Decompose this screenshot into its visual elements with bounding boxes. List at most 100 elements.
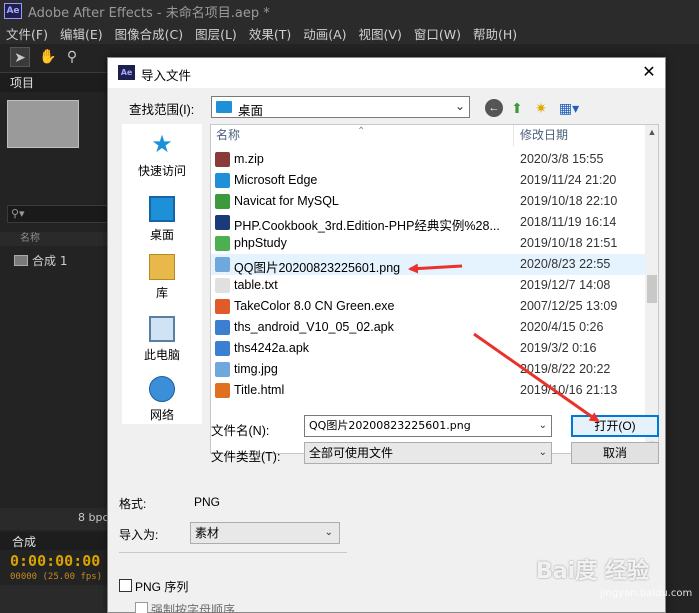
file-icon [215,236,230,251]
vertical-scrollbar[interactable]: ▲ ▼ [645,125,658,453]
scroll-thumb[interactable] [647,275,657,303]
close-icon[interactable]: ✕ [633,58,665,88]
file-row[interactable]: QQ图片20200823225601.png 2020/8/23 22:55 [211,254,645,275]
file-type-select[interactable]: 全部可使用文件 ⌄ [304,442,552,464]
place-label: 网络 [149,408,174,422]
watermark-logo: Bai度 经验 [536,559,649,584]
project-comp-label: 合成 1 [32,254,68,268]
file-icon [215,173,230,188]
open-button[interactable]: 打开(O) [571,415,659,437]
zoom-tool-icon[interactable]: ⚲ [62,47,82,67]
look-in-value: 桌面 [238,104,264,118]
dialog-app-icon: Ae [118,65,135,80]
cancel-button[interactable]: 取消 [571,442,659,464]
format-label: 格式: [119,497,147,511]
file-name-input[interactable]: QQ图片20200823225601.png ⌄ [304,415,552,437]
dialog-title: 导入文件 [141,69,192,83]
up-folder-icon[interactable]: ⬆ [508,99,526,117]
file-row[interactable]: m.zip 2020/3/8 15:55 [211,149,645,170]
file-date: 2019/3/2 0:16 [520,341,597,355]
composition-icon [14,255,28,266]
scroll-up-icon[interactable]: ▲ [645,127,658,137]
file-date: 2007/12/25 13:09 [520,299,618,313]
file-name: ths4242a.apk [234,341,310,355]
bit-depth-label[interactable]: 8 bpc [78,511,109,524]
file-row[interactable]: ths_android_V10_05_02.apk 2020/4/15 0:26 [211,317,645,338]
timeline-tab[interactable]: 合成 [12,533,36,550]
file-row[interactable]: table.txt 2019/12/7 14:08 [211,275,645,296]
place-label: 此电脑 [143,348,180,362]
import-as-select[interactable]: 素材 ⌄ [190,522,340,544]
hand-tool-icon[interactable]: ✋ [38,47,58,67]
alphabetical-order-label: 强制按字母顺序 [151,603,236,613]
file-name: QQ图片20200823225601.png [234,261,401,275]
file-row[interactable]: PHP.Cookbook_3rd.Edition-PHP经典实例%28... 20… [211,212,645,233]
file-row[interactable]: Microsoft Edge 2019/11/24 21:20 [211,170,645,191]
file-name: timg.jpg [234,362,278,376]
column-header-name[interactable]: ⌃ 名称 [211,125,514,146]
column-header-date[interactable]: 修改日期 [515,125,645,146]
project-tab[interactable]: 项目 [10,74,34,91]
project-comp-item[interactable]: 合成 1 [14,252,67,269]
file-row[interactable]: TakeColor 8.0 CN Green.exe 2007/12/25 13:… [211,296,645,317]
file-date: 2020/8/23 22:55 [520,257,611,271]
place-library[interactable]: 库 [122,254,202,301]
new-folder-icon[interactable]: ✷ [532,99,550,117]
place-network[interactable]: 网络 [122,376,202,423]
file-icon [215,320,230,335]
file-name: Title.html [234,383,285,397]
selection-tool-icon[interactable]: ➤ [10,47,30,67]
file-name: ths_android_V10_05_02.apk [234,320,394,334]
library-icon [149,254,175,280]
file-date: 2019/10/18 21:51 [520,236,618,250]
menu-layer[interactable]: 图层(L) [195,24,237,43]
menu-view[interactable]: 视图(V) [359,24,402,43]
menu-edit[interactable]: 编辑(E) [60,24,103,43]
timecode-display[interactable]: 0:00:00:00 [10,552,100,570]
project-search-input[interactable]: ⚲▾ [7,205,108,223]
place-label: 快速访问 [137,164,186,178]
file-date: 2019/10/16 21:13 [520,383,618,397]
menu-composition[interactable]: 图像合成(C) [115,24,183,43]
file-name: Microsoft Edge [234,173,318,187]
divider [119,552,347,553]
file-row[interactable]: Navicat for MySQL 2019/10/18 22:10 [211,191,645,212]
file-date: 2020/4/15 0:26 [520,320,604,334]
file-icon [215,152,230,167]
file-date: 2019/10/18 22:10 [520,194,618,208]
file-row[interactable]: Title.html 2019/10/16 21:13 [211,380,645,401]
place-quick-access[interactable]: ★ 快速访问 [122,132,202,179]
format-value: PNG [194,495,221,509]
ae-right-panel [665,44,699,613]
view-menu-icon[interactable]: ▦▾ [556,99,582,117]
place-desktop[interactable]: 桌面 [122,196,202,243]
back-icon[interactable]: ← [485,99,503,117]
menu-animation[interactable]: 动画(A) [303,24,346,43]
file-row[interactable]: phpStudy 2019/10/18 21:51 [211,233,645,254]
menu-effect[interactable]: 效果(T) [249,24,291,43]
file-name: m.zip [234,152,264,166]
file-icon [215,215,230,230]
file-name: PHP.Cookbook_3rd.Edition-PHP经典实例%28... [234,219,500,233]
places-bar: ★ 快速访问 桌面 库 此电脑 网络 [122,124,202,424]
file-icon [215,194,230,209]
look-in-dropdown[interactable]: 桌面 ⌄ [211,96,470,118]
project-column-name[interactable]: 名称 [0,232,108,246]
file-list[interactable]: ⌃ 名称 修改日期 m.zip 2020/3/8 15:55 Microsoft E… [210,124,659,454]
alphabetical-order-checkbox[interactable] [135,602,148,613]
menu-window[interactable]: 窗口(W) [414,24,461,43]
import-as-label: 导入为: [119,528,159,542]
computer-icon [149,316,175,342]
file-name: TakeColor 8.0 CN Green.exe [234,299,395,313]
file-name-value: QQ图片20200823225601.png [309,419,471,432]
desktop-folder-icon [216,101,232,113]
file-row[interactable]: ths4242a.apk 2019/3/2 0:16 [211,338,645,359]
file-type-value: 全部可使用文件 [309,446,394,460]
place-this-pc[interactable]: 此电脑 [122,316,202,363]
file-name: Navicat for MySQL [234,194,339,208]
menu-help[interactable]: 帮助(H) [473,24,517,43]
file-row[interactable]: timg.jpg 2019/8/22 20:22 [211,359,645,380]
menu-file[interactable]: 文件(F) [6,24,48,43]
png-sequence-checkbox[interactable] [119,579,132,592]
chevron-down-icon[interactable]: ⌄ [539,416,547,436]
